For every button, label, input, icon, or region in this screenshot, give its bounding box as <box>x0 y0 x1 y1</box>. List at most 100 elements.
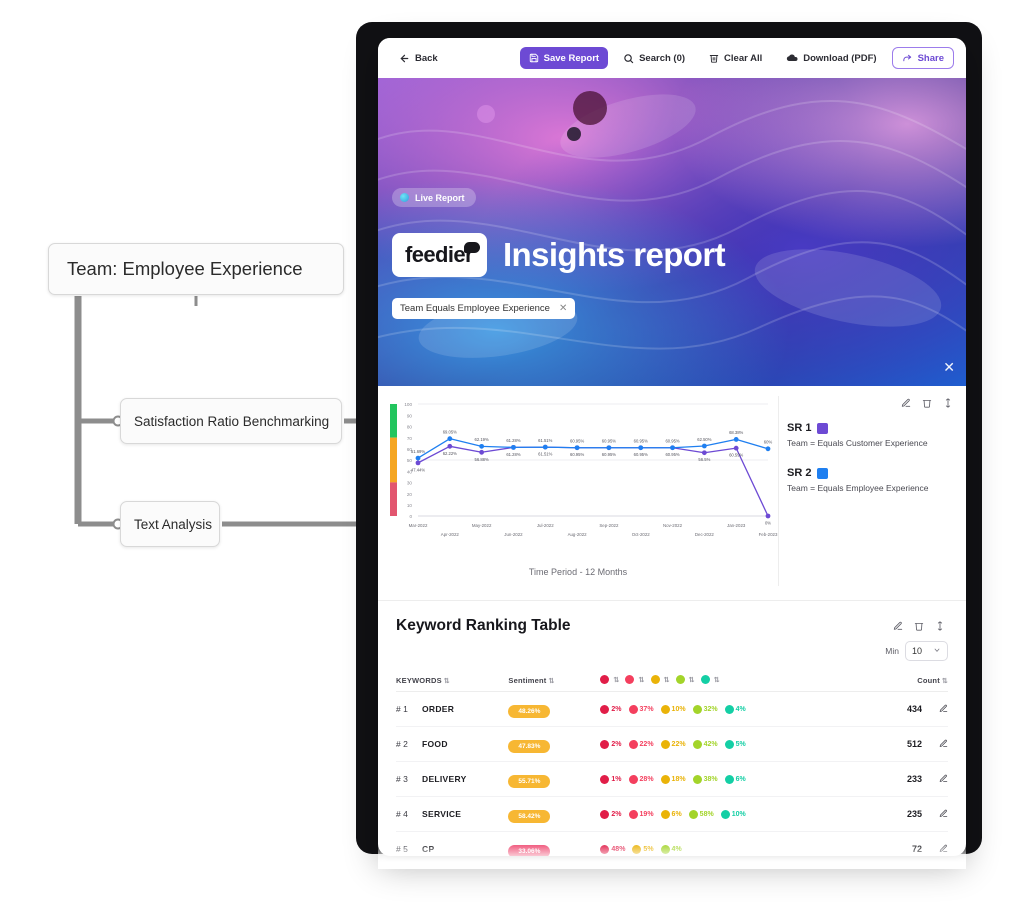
svg-text:60.95%: 60.95% <box>665 452 679 457</box>
col-negative[interactable]: ⇅ <box>625 675 644 684</box>
trash-icon[interactable] <box>918 394 935 411</box>
breakdown-value: 6% <box>735 775 746 783</box>
diagram-node-text-analysis[interactable]: Text Analysis <box>120 501 220 547</box>
legend-head: SR 1 <box>787 422 956 434</box>
close-icon[interactable]: ✕ <box>943 359 955 376</box>
diagram-node-satisfaction-ratio-benchmarking[interactable]: Satisfaction Ratio Benchmarking <box>120 398 342 444</box>
breakdown-item: 37% <box>628 704 654 714</box>
edit-icon[interactable] <box>939 809 948 820</box>
chart-plot-area: 0 10 20 30 40 50 60 70 80 90 100 47.44% 62.22% 56.88%… <box>378 396 778 586</box>
min-row: Min 10 <box>885 641 948 661</box>
very-positive-face-icon <box>700 675 710 684</box>
diagram-node-label: Satisfaction Ratio Benchmarking <box>134 413 330 429</box>
col-positive[interactable]: ⇅ <box>675 675 695 684</box>
move-icon[interactable] <box>939 394 956 411</box>
legend-description: Team = Equals Employee Experience <box>787 483 929 494</box>
share-button[interactable]: Share <box>891 47 954 69</box>
diagram-node-root[interactable]: Team: Employee Experience <box>48 243 344 295</box>
min-select[interactable]: 10 <box>904 641 948 661</box>
table-row[interactable]: # 5 CP 33.06% 48% 5% 4% 72 <box>396 831 948 856</box>
table-body: # 1 ORDER 48.26% 2% 37% 10% 32% 4% 434 # 2 FOOD 47.… <box>396 691 948 856</box>
table-row[interactable]: # 2 FOOD 47.83% 2% 22% 22% 42% 5% 512 <box>396 726 948 762</box>
row-rank: # 4 <box>396 796 422 832</box>
close-icon[interactable]: ✕ <box>559 303 567 314</box>
report-toolbar: Back Save Report Search (0) Clear All Do… <box>378 38 966 78</box>
svg-text:0%: 0% <box>765 521 771 526</box>
breakdown-value: 19% <box>639 810 654 818</box>
svg-text:47.44%: 47.44% <box>411 467 425 472</box>
col-neutral[interactable]: ⇅ <box>650 675 670 684</box>
svg-text:Jun-2022: Jun-2022 <box>504 532 523 537</box>
save-report-button[interactable]: Save Report <box>519 47 609 69</box>
svg-text:90: 90 <box>407 413 413 418</box>
move-icon[interactable] <box>931 617 948 634</box>
edit-icon[interactable] <box>939 739 948 750</box>
col-sentiment[interactable]: Sentiment ⇅ <box>508 670 601 692</box>
svg-text:56.5%: 56.5% <box>698 457 710 462</box>
svg-text:60.95%: 60.95% <box>634 452 648 457</box>
svg-text:Nov-2022: Nov-2022 <box>663 523 683 528</box>
breakdown-value: 4% <box>735 705 746 713</box>
row-keyword: ORDER <box>422 691 509 727</box>
table-title: Keyword Ranking Table <box>396 617 571 634</box>
sort-icon: ⇅ <box>548 678 555 685</box>
row-rank: # 2 <box>396 726 422 762</box>
chart-legend-panel: SR 1 Team = Equals Customer Experience S… <box>778 396 966 586</box>
svg-text:Dec-2022: Dec-2022 <box>695 532 715 537</box>
row-keyword: DELIVERY <box>422 761 509 797</box>
download-pdf-button[interactable]: Download (PDF) <box>777 47 885 69</box>
edit-icon[interactable] <box>939 844 948 855</box>
save-icon <box>529 53 539 63</box>
edit-icon[interactable] <box>897 394 914 411</box>
table-row[interactable]: # 1 ORDER 48.26% 2% 37% 10% 32% 4% 434 <box>396 691 948 727</box>
clear-all-label: Clear All <box>724 52 763 64</box>
breakdown-item: 10% <box>660 704 686 714</box>
row-actions <box>922 761 948 797</box>
chart-row: 0 10 20 30 40 50 60 70 80 90 100 47.44% 62.22% 56.88%… <box>378 396 966 586</box>
col-keywords[interactable]: KEYWORDS ⇅ <box>396 670 509 692</box>
svg-text:Jan-2023: Jan-2023 <box>727 523 746 528</box>
col-count[interactable]: Count ⇅ <box>882 670 948 692</box>
active-filter-chip[interactable]: Team Equals Employee Experience ✕ <box>392 298 576 319</box>
breakdown-value: 2% <box>611 705 622 713</box>
col-very-negative[interactable]: ⇅ <box>600 675 619 684</box>
svg-text:50: 50 <box>407 458 413 463</box>
table-row[interactable]: # 3 DELIVERY 55.71% 1% 28% 18% 38% 6% 233 <box>396 761 948 797</box>
row-actions <box>922 691 948 727</box>
back-label: Back <box>415 52 438 64</box>
feedier-logo: feedier <box>392 233 487 277</box>
breakdown-value: 42% <box>703 740 718 748</box>
table-row[interactable]: # 4 SERVICE 58.42% 2% 19% 6% 58% 10% 235 <box>396 796 948 832</box>
search-button[interactable]: Search (0) <box>614 47 694 69</box>
edit-icon[interactable] <box>889 617 906 634</box>
breakdown-item: 5% <box>632 844 654 854</box>
svg-text:30: 30 <box>407 481 413 486</box>
svg-text:60%: 60% <box>764 440 773 445</box>
chevron-down-icon <box>933 646 941 656</box>
breakdown-item: 6% <box>724 774 746 784</box>
breakdown-value: 5% <box>643 845 654 853</box>
breakdown-value: 10% <box>731 810 746 818</box>
report-title: Insights report <box>502 236 726 273</box>
svg-text:Mar-2022: Mar-2022 <box>409 523 428 528</box>
arrow-left-icon <box>399 53 410 64</box>
svg-text:60.95%: 60.95% <box>665 439 679 444</box>
breakdown-item: 22% <box>628 739 654 749</box>
svg-text:20: 20 <box>407 492 413 497</box>
breakdown-item: 19% <box>628 809 654 819</box>
row-count: 233 <box>882 761 922 797</box>
share-label: Share <box>917 52 944 64</box>
back-button[interactable]: Back <box>390 47 447 69</box>
clear-all-button[interactable]: Clear All <box>700 47 771 69</box>
breakdown-item: 10% <box>720 809 746 819</box>
edit-icon[interactable] <box>939 704 948 715</box>
breakdown-value: 37% <box>639 705 654 713</box>
feedier-logo-text: feedier <box>405 242 474 267</box>
svg-text:60.59%: 60.59% <box>729 453 743 458</box>
trash-icon[interactable] <box>910 617 927 634</box>
face-icon <box>632 844 642 854</box>
svg-text:Oct-2022: Oct-2022 <box>632 532 651 537</box>
edit-icon[interactable] <box>939 774 948 785</box>
svg-text:62.50%: 62.50% <box>697 437 711 442</box>
col-very-positive[interactable]: ⇅ <box>700 675 720 684</box>
